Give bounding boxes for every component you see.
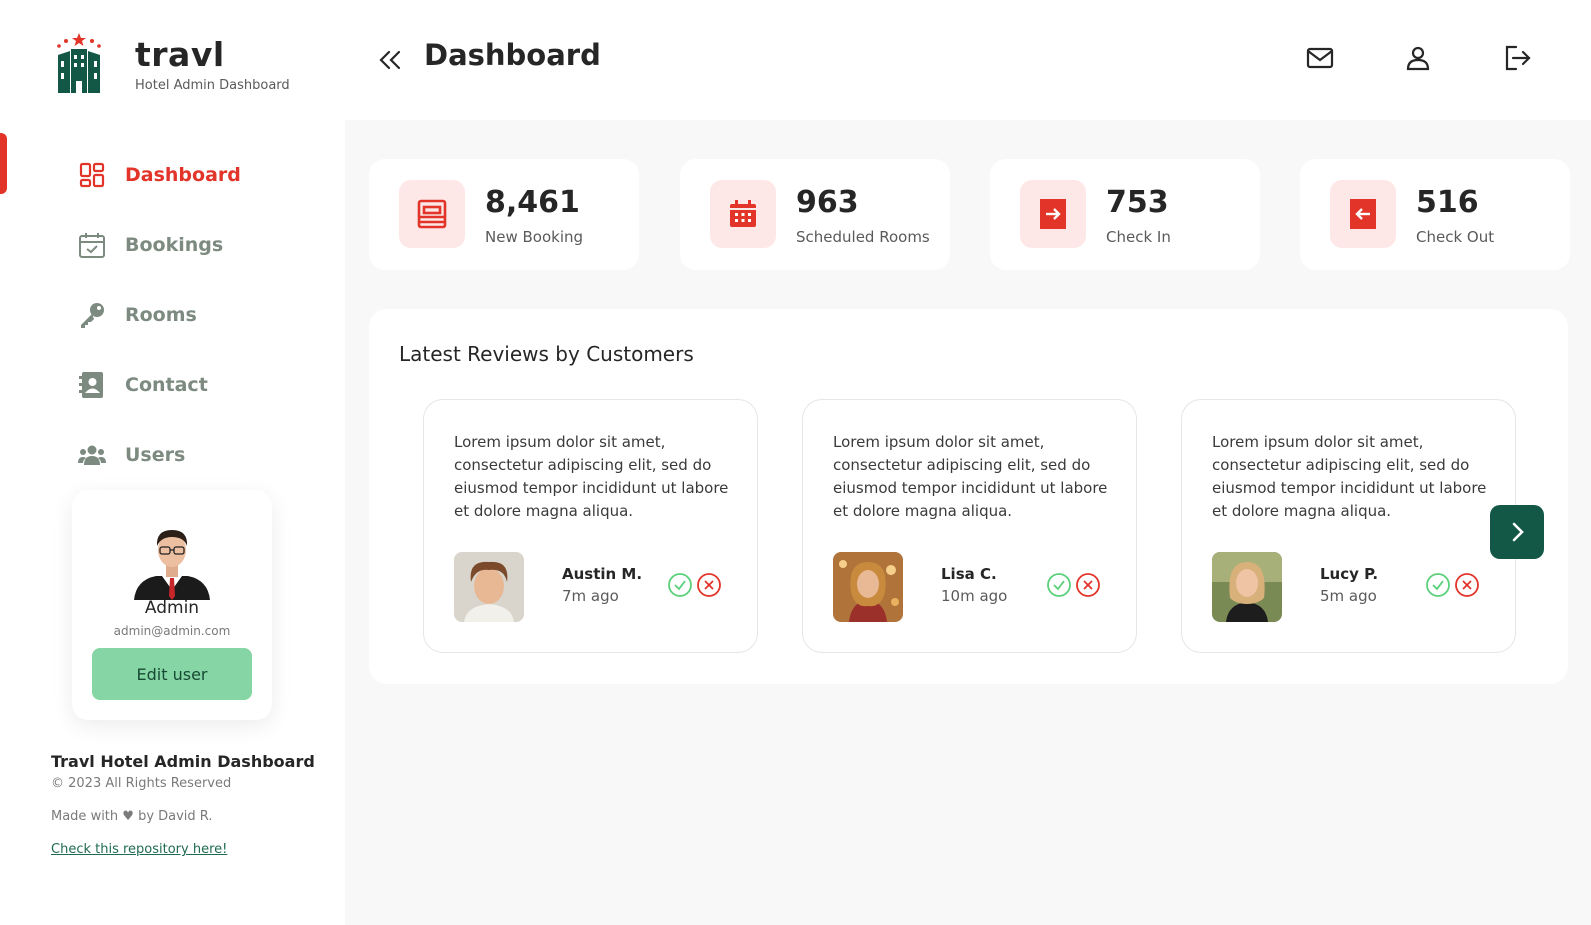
calendar-icon [710,180,776,248]
review-time: 7m ago [562,587,619,605]
reviewer-photo [454,552,524,622]
review-time: 10m ago [941,587,1008,605]
footer-title: Travl Hotel Admin Dashboard [51,752,315,771]
key-icon [78,301,106,329]
sidebar: travl Hotel Admin Dashboard Dashboard Bo… [0,0,345,925]
top-header: Dashboard [345,0,1591,120]
brand-name: travl [135,35,225,74]
sidebar-item-users[interactable]: Users [78,420,241,490]
sidebar-nav: Dashboard Bookings Rooms Contact Users [78,140,241,490]
brand: travl Hotel Admin Dashboard [52,33,290,95]
user-card: Admin admin@admin.com Edit user [72,490,272,720]
dashboard-grid-icon [78,161,106,189]
review-card[interactable]: Lorem ipsum dolor sit amet, consectetur … [423,399,758,653]
stat-value: 963 [796,185,859,220]
approve-icon[interactable] [1046,572,1072,598]
check-out-icon [1330,180,1396,248]
edit-user-button[interactable]: Edit user [92,648,252,700]
stat-value: 753 [1106,185,1169,220]
stat-card-scheduled-rooms: 963 Scheduled Rooms [680,159,950,270]
approve-icon[interactable] [1425,572,1451,598]
approve-icon[interactable] [667,572,693,598]
chevron-right-icon [1512,522,1524,542]
sidebar-item-contact[interactable]: Contact [78,350,241,420]
logout-icon[interactable] [1502,43,1532,73]
reviews-panel: Latest Reviews by Customers Lorem ipsum … [369,309,1568,684]
stat-label: Check Out [1416,228,1495,246]
review-text: Lorem ipsum dolor sit amet, consectetur … [1212,433,1487,520]
sidebar-footer: Travl Hotel Admin Dashboard © 2023 All R… [51,752,315,857]
review-time: 5m ago [1320,587,1377,605]
sidebar-item-dashboard[interactable]: Dashboard [78,140,241,210]
stat-label: Check In [1106,228,1171,246]
avatar [134,530,210,600]
reject-icon[interactable] [1075,572,1101,598]
check-in-icon [1020,180,1086,248]
review-card[interactable]: Lorem ipsum dolor sit amet, consectetur … [802,399,1137,653]
stat-label: New Booking [485,228,584,246]
active-nav-indicator [0,133,7,194]
sidebar-item-label: Bookings [125,234,224,256]
sidebar-item-rooms[interactable]: Rooms [78,280,241,350]
users-icon [78,441,106,469]
mail-icon[interactable] [1305,43,1335,73]
brand-subtitle: Hotel Admin Dashboard [135,78,290,93]
sidebar-item-label: Rooms [125,304,197,326]
sidebar-item-label: Dashboard [125,164,241,186]
user-name: Admin [144,598,200,618]
footer-credits: Made with ♥ by David R. [51,809,213,824]
reject-icon[interactable] [696,572,722,598]
footer-copyright: © 2023 All Rights Reserved [51,776,232,791]
bed-icon [399,180,465,248]
review-text: Lorem ipsum dolor sit amet, consectetur … [454,433,729,520]
sidebar-item-bookings[interactable]: Bookings [78,210,241,280]
collapse-sidebar-icon[interactable] [375,45,405,75]
stat-value: 8,461 [485,185,580,220]
reviews-title: Latest Reviews by Customers [399,342,694,366]
stat-card-check-out: 516 Check Out [1300,159,1570,270]
page-title: Dashboard [424,38,601,72]
stat-card-check-in: 753 Check In [990,159,1260,270]
next-review-button[interactable] [1490,505,1544,559]
calendar-check-icon [78,231,106,259]
review-text: Lorem ipsum dolor sit amet, consectetur … [833,433,1108,520]
reviewer-photo [833,552,903,622]
stat-card-new-booking: 8,461 New Booking [369,159,639,270]
user-icon[interactable] [1403,43,1433,73]
sidebar-item-label: Users [125,444,186,466]
stat-label: Scheduled Rooms [796,228,930,246]
reviewer-name: Lisa C. [941,565,997,583]
stat-value: 516 [1416,185,1479,220]
user-email: admin@admin.com [113,624,231,638]
reviewer-name: Austin M. [562,565,643,583]
sidebar-item-label: Contact [125,374,208,396]
reject-icon[interactable] [1454,572,1480,598]
review-card[interactable]: Lorem ipsum dolor sit amet, consectetur … [1181,399,1516,653]
reviewer-photo [1212,552,1282,622]
repository-link[interactable]: Check this repository here! [51,842,315,857]
contact-book-icon [78,371,106,399]
hotel-logo-icon [57,33,101,93]
reviewer-name: Lucy P. [1320,565,1379,583]
